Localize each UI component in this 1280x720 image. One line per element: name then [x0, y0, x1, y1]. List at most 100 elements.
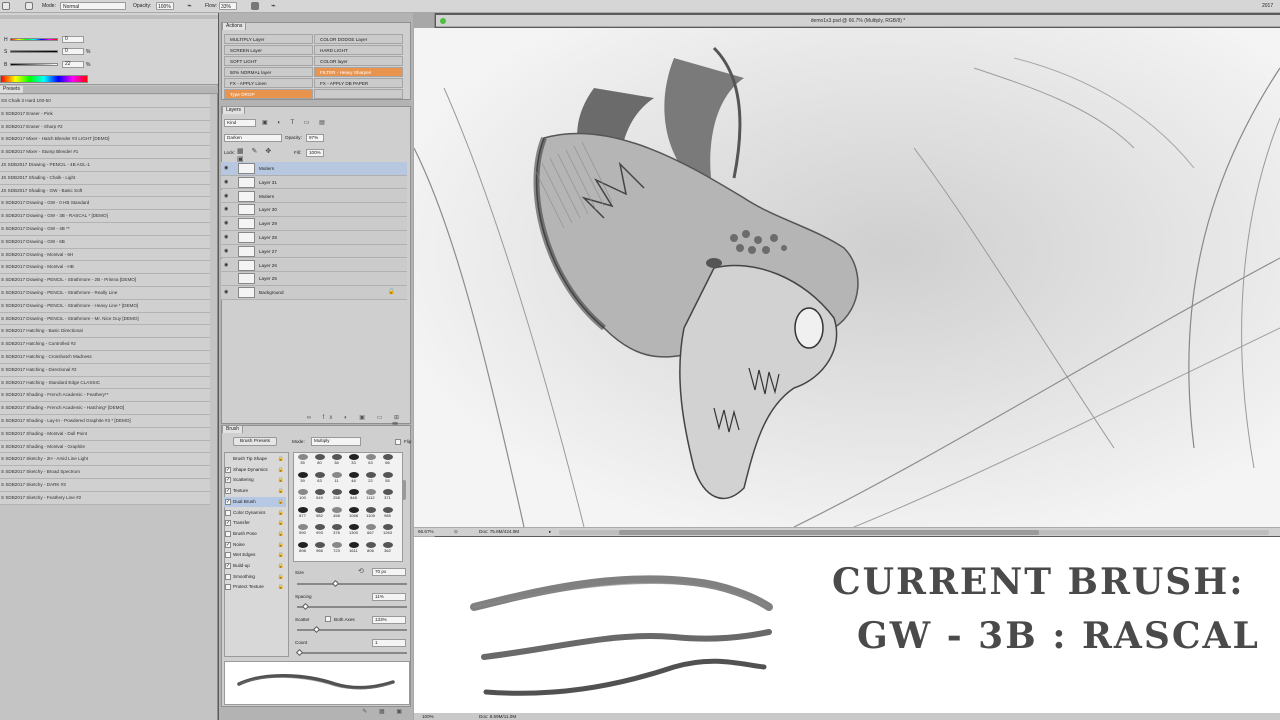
brush-tip[interactable]: 667	[363, 524, 378, 535]
layer-row[interactable]: ◉ Layer 26	[221, 258, 407, 273]
brush-option-checkbox[interactable]: ✓	[225, 477, 231, 484]
brush-tip[interactable]: 1105	[363, 506, 378, 517]
brush-option-checkbox[interactable]: ✓	[225, 488, 231, 495]
pressure-size-icon[interactable]: ⌁	[271, 2, 279, 10]
brush-tip[interactable]: 549	[312, 489, 327, 500]
preset-item[interactable]: S SDB2017 Sketchy - 2H - Amid Line Light	[0, 453, 210, 467]
layer-row[interactable]: Layer 25	[221, 272, 407, 287]
layer-row[interactable]: ◉ Layer 30	[221, 203, 407, 218]
brush-option-checkbox[interactable]: ✓	[225, 563, 231, 569]
brush-option-checkbox[interactable]: ✓	[225, 520, 231, 527]
preset-item[interactable]: S SDB2017 Eraser - Sharp #2	[0, 120, 210, 134]
layer-row[interactable]: ◉ Layer 29	[221, 217, 407, 231]
brush-option-checkbox[interactable]: ✓	[225, 466, 231, 473]
brush-tip[interactable]: 898	[295, 541, 310, 552]
brush-tip[interactable]: 723	[329, 541, 344, 552]
preset-item[interactable]: SS Chalk 3 Hard 100-50	[0, 95, 210, 108]
preset-item[interactable]: S SDB2017 Shading - French Academic - Ha…	[0, 402, 210, 415]
brush-tip[interactable]: 590	[295, 524, 310, 535]
preset-item[interactable]: S SDB2017 Drawing - GW - 3B - RASCAL * […	[0, 210, 210, 223]
hue-slider[interactable]	[10, 38, 58, 41]
spacing-slider[interactable]	[297, 602, 407, 611]
brush-option-checkbox[interactable]: ✓	[225, 541, 231, 548]
blend-mode-select[interactable]: Darken	[224, 134, 282, 142]
brush-option-lock-icon[interactable]: 🔒	[278, 465, 284, 475]
brush-tip[interactable]: 1068	[346, 506, 361, 517]
preset-item[interactable]: S SDB2017 Drawing - GW - 4B **	[0, 223, 210, 236]
brush-option-checkbox[interactable]	[225, 584, 231, 591]
preset-item[interactable]: S SDB2017 Sketchy - DARK #3	[0, 479, 210, 492]
brush-tip[interactable]: 1611	[346, 541, 361, 552]
brush-option[interactable]: ✓ Dual Brush 🔒	[224, 496, 286, 508]
brush-option-checkbox[interactable]	[225, 530, 231, 537]
layer-row[interactable]: ◉ Layer 28	[221, 231, 407, 245]
lock-icons[interactable]: ▦ ✎ ✥ ▣	[237, 148, 285, 163]
brush-option[interactable]: ✓ Noise 🔒	[224, 540, 286, 551]
preset-item[interactable]: S SDB2017 Hatching - Directional #2	[0, 363, 210, 377]
action-button[interactable]: FX - APPLY DB PAPER	[314, 78, 403, 88]
workspace-label[interactable]: 2017	[1262, 2, 1273, 10]
brush-tip[interactable]: 848	[346, 489, 361, 500]
s-value[interactable]: 0	[62, 48, 84, 55]
brush-tip[interactable]: 33	[346, 454, 361, 465]
action-button[interactable]	[314, 89, 403, 99]
brush-tip[interactable]: 36	[329, 454, 344, 465]
brush-option-lock-icon[interactable]: 🔒	[278, 475, 284, 485]
brush-option[interactable]: ✓ Texture 🔒	[224, 486, 286, 497]
horizontal-scroll-thumb[interactable]	[619, 530, 1039, 535]
horizontal-scrollbar[interactable]	[559, 530, 1269, 535]
preset-item[interactable]: S SDB2017 Shading - Lay-In - Powdered Gr…	[0, 415, 210, 428]
tip-grid-scrollbar[interactable]	[402, 480, 406, 500]
brush-option[interactable]: Brush Pose 🔒	[224, 529, 286, 540]
layer-row[interactable]: ◉ Mutiers	[221, 162, 407, 176]
preset-item[interactable]: S SDB2017 Eraser - Pink	[0, 107, 210, 121]
reset-size-icon[interactable]: ⟲	[358, 568, 366, 576]
brush-tip[interactable]: 63	[363, 454, 378, 465]
layer-filter-select[interactable]: Kind	[224, 119, 256, 127]
brush-tip[interactable]: 376	[329, 524, 344, 535]
brush-tip[interactable]: 982	[312, 506, 327, 517]
action-button[interactable]: MULTIPLY Layer	[224, 34, 313, 44]
opacity-field[interactable]: 100%	[156, 2, 174, 10]
preset-item[interactable]: S SDB2017 Mixer - Stump Blender #1	[0, 146, 210, 159]
visibility-eye-icon[interactable]: ◉	[224, 193, 230, 199]
count-slider[interactable]	[295, 648, 407, 657]
brush-tip[interactable]: 22	[363, 471, 378, 482]
brush-tip[interactable]: 877	[295, 506, 310, 517]
preset-item[interactable]: S SDB2017 Drawing - GW - 0 HB Standard	[0, 197, 210, 211]
layer-row[interactable]: ◉ Layer 27	[221, 244, 407, 259]
brush-tip[interactable]: 48	[346, 471, 361, 482]
layer-row[interactable]: ◉ Background 🔒	[221, 286, 407, 300]
status-menu-arrow[interactable]: ▸	[549, 528, 551, 536]
brush-presets-button[interactable]: Brush Presets	[233, 437, 277, 446]
preset-item[interactable]: S SDB2017 Hatching - Basic Directional	[0, 325, 210, 339]
document-canvas[interactable]	[414, 28, 1280, 527]
brush-tip[interactable]: 39	[295, 471, 310, 482]
saturation-slider[interactable]	[10, 50, 58, 53]
preset-item[interactable]: JS SDB2017 Shading - GW - Basic Soft	[0, 184, 210, 198]
brush-tip[interactable]: 993	[312, 524, 327, 535]
preset-item[interactable]: S SDB2017 Shading - Montval - Graphite	[0, 440, 210, 454]
brush-footer-icons[interactable]: ✎ ▦ ▣	[355, 708, 407, 716]
brush-option-checkbox[interactable]	[225, 573, 231, 580]
brush-tool-icon[interactable]	[2, 2, 10, 10]
brush-tab[interactable]: Brush	[222, 425, 244, 433]
actions-tab[interactable]: Actions	[222, 22, 247, 30]
size-slider[interactable]	[297, 579, 407, 588]
visibility-eye-icon[interactable]	[224, 276, 230, 281]
layer-opacity-field[interactable]: 97%	[306, 134, 324, 142]
preset-item[interactable]: S SDB2017 Sketchy - Feathery Line #2	[0, 491, 210, 505]
layers-tab[interactable]: Layers	[222, 106, 246, 114]
action-button[interactable]: 50% NORMAL layer	[224, 67, 313, 77]
size-field[interactable]: 70 px	[372, 568, 406, 576]
brush-tip[interactable]: 100	[295, 489, 310, 500]
brush-option[interactable]: Smoothing 🔒	[224, 572, 286, 583]
h-value[interactable]: 0	[62, 36, 84, 43]
preset-item[interactable]: S SDB2017 Sketchy - Broad Spectrum	[0, 466, 210, 479]
brush-option-lock-icon[interactable]: 🔒	[278, 529, 284, 539]
brush-tip[interactable]: 966	[312, 541, 327, 552]
secondary-zoom[interactable]: 100%	[422, 713, 434, 720]
layers-footer-icons[interactable]: ∞ fx ◐ ▣ ▭ ⊞ 🗑	[300, 414, 404, 429]
preset-item[interactable]: S SDB2017 Shading - French Academic - Fe…	[0, 389, 210, 403]
visibility-eye-icon[interactable]: ◉	[224, 262, 230, 268]
